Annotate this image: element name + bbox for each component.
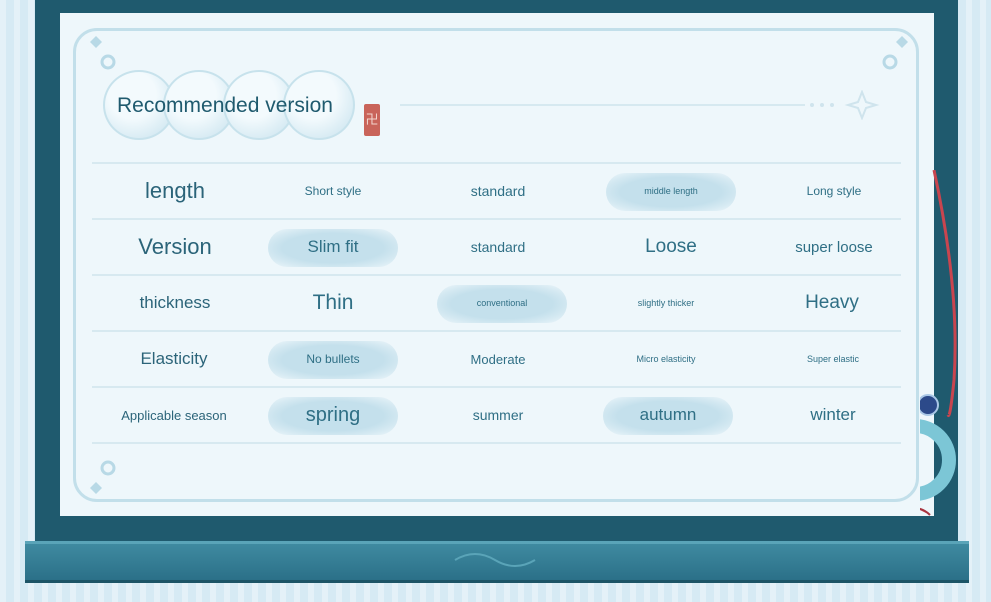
option-cell-selected[interactable]: autumn [603,388,733,442]
option-cell-selected[interactable]: spring [268,388,398,442]
option-cell[interactable]: Short style [268,164,398,218]
option-cell-selected[interactable]: Slim fit [268,220,398,274]
row-label: Elasticity [140,349,208,368]
option-cell[interactable]: Long style [769,164,899,218]
option-cell-selected[interactable]: No bullets [268,332,398,386]
option-cell-selected[interactable]: conventional [437,276,567,330]
shelf-ornament [454,553,536,567]
table-row: Elasticity No bullets Moderate Micro ela… [92,330,901,386]
option-cell[interactable]: super loose [769,220,899,274]
seal-stamp: 卍 [364,104,380,136]
option-cell[interactable]: standard [433,164,563,218]
option-cell[interactable]: slightly thicker [601,276,731,330]
corner-ornament-icon [882,36,908,70]
corner-ornament-icon [90,36,116,70]
table-row: thickness Thin conventional slightly thi… [92,274,901,330]
row-label: Applicable season [121,407,227,423]
option-cell[interactable]: Heavy [767,276,897,330]
row-label: thickness [139,293,211,312]
sparkle-icon [810,90,880,120]
option-cell[interactable]: Micro elasticity [601,332,731,386]
corner-ornament-icon [90,460,116,494]
option-cell[interactable]: Loose [606,220,736,274]
title-divider [400,104,805,106]
option-cell[interactable]: Thin [268,276,398,330]
table-row: length Short style standard middle lengt… [92,162,901,218]
row-label: Version [138,234,212,259]
table-row: Version Slim fit standard Loose super lo… [92,218,901,274]
option-cell[interactable]: Super elastic [768,332,898,386]
option-cell-selected[interactable]: middle length [606,164,736,218]
option-cell[interactable]: summer [433,388,563,442]
option-table: length Short style standard middle lengt… [92,162,901,444]
page-title: Recommended version [117,94,333,117]
row-label: length [145,178,205,203]
option-cell[interactable]: standard [433,220,563,274]
option-cell[interactable]: winter [768,388,898,442]
jade-ring-tassel-icon [920,170,957,516]
table-row: Applicable season spring summer autumn w… [92,386,901,444]
option-cell[interactable]: Moderate [433,332,563,386]
